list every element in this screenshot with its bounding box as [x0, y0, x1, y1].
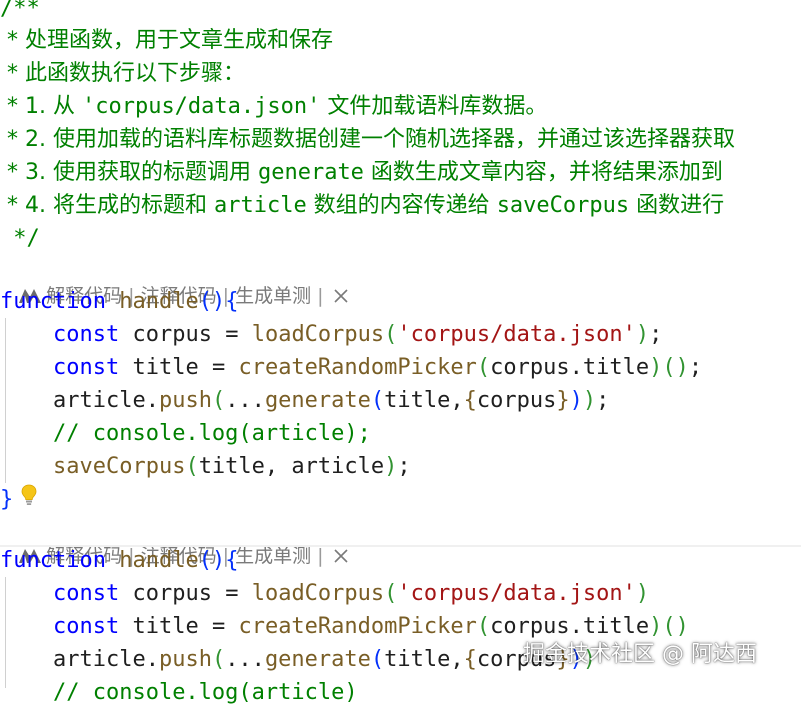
line-comment: // console.log(article);: [52, 421, 371, 446]
doc-comment-text: 函数生成文章内容，并将结果添加到: [363, 160, 723, 185]
variable: title: [132, 614, 199, 639]
function-name: handle: [119, 289, 199, 314]
keyword: function: [0, 289, 106, 314]
code-line: // console.log(article): [0, 676, 801, 709]
variable: title: [384, 388, 451, 413]
function-call: loadCorpus: [251, 581, 385, 606]
property: title: [582, 355, 650, 380]
keyword: const: [52, 614, 120, 639]
keyword: const: [52, 355, 120, 380]
variable: corpus: [132, 322, 212, 347]
lightbulb-icon[interactable]: [21, 484, 37, 506]
codelens-bar: 解释代码 | 注释代码 | 生成单测 |: [6, 514, 766, 567]
keyword: function: [0, 548, 106, 573]
string-literal: 'corpus/data.json': [397, 322, 636, 347]
doc-comment-code: article: [213, 193, 307, 218]
doc-comment-line: * 处理函数，用于文章生成和保存: [0, 28, 333, 53]
doc-comment-text: 数组的内容传递给: [306, 193, 497, 218]
method-call: push: [158, 647, 212, 672]
code-line: const corpus = loadCorpus('corpus/data.j…: [52, 322, 663, 347]
variable: corpus: [476, 388, 557, 413]
doc-comment-text: * 3. 使用获取的标题调用: [0, 160, 258, 185]
variable: article: [291, 454, 385, 479]
doc-comment-line: * 1. 从 'corpus/data.json' 文件加载语料库数据。: [0, 90, 801, 123]
code-line: article.push(...generate(title,{corpus})…: [52, 388, 610, 413]
codelens-bar: 解释代码 | 注释代码 | 生成单测 |: [6, 254, 766, 307]
doc-comment-text: * 1. 从: [0, 94, 82, 119]
variable: article: [52, 388, 146, 413]
method-call: push: [158, 388, 212, 413]
code-line: saveCorpus(title, article);: [52, 454, 411, 479]
function-call: loadCorpus: [251, 322, 385, 347]
code-line: const title = createRandomPicker(corpus.…: [52, 355, 703, 380]
doc-comment-close: */: [0, 226, 40, 251]
variable: title: [198, 454, 265, 479]
doc-comment-text: * 4. 将生成的标题和: [0, 193, 214, 218]
function-call: createRandomPicker: [238, 614, 477, 639]
doc-comment-line: * 4. 将生成的标题和 article 数组的内容传递给 saveCorpus…: [0, 189, 801, 222]
watermark: 掘金技术社区 @ 阿达西: [523, 642, 757, 667]
doc-comment-text: 函数进行: [629, 193, 725, 218]
doc-comment-code: 'corpus/data.json': [81, 94, 321, 119]
doc-comment-code: generate: [257, 160, 364, 185]
doc-comment-code: saveCorpus: [496, 193, 630, 218]
variable: title: [132, 355, 199, 380]
code-line: // console.log(article);: [0, 417, 801, 450]
keyword: const: [52, 322, 120, 347]
doc-comment-text: 文件加载语料库数据。: [320, 94, 548, 119]
doc-comment-open: /**: [0, 0, 40, 21]
variable: title: [384, 647, 451, 672]
variable: article: [52, 647, 146, 672]
function-call: saveCorpus: [52, 454, 186, 479]
doc-comment-line: * 2. 使用加载的语料库标题数据创建一个随机选择器，并通过该选择器获取: [0, 127, 735, 152]
doc-comment-line: * 3. 使用获取的标题调用 generate 函数生成文章内容，并将结果添加到: [0, 156, 801, 189]
function-call: generate: [264, 647, 371, 672]
keyword: const: [52, 581, 120, 606]
code-line: const corpus = loadCorpus('corpus/data.j…: [52, 581, 650, 606]
variable: corpus: [490, 355, 570, 380]
code-line: }: [0, 487, 14, 512]
doc-comment-line: * 此函数执行以下步骤：: [0, 61, 245, 86]
function-name: handle: [119, 548, 199, 573]
code-line: function handle(){: [0, 548, 239, 573]
line-comment: // console.log(article): [52, 680, 358, 705]
function-call: createRandomPicker: [238, 355, 477, 380]
string-literal: 'corpus/data.json': [397, 581, 636, 606]
variable: corpus: [132, 581, 212, 606]
code-line: function handle(){: [0, 289, 239, 314]
function-call: generate: [264, 388, 371, 413]
